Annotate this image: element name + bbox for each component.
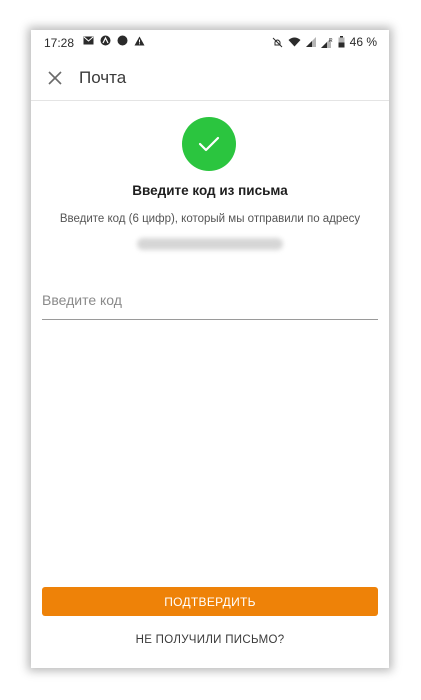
- resend-email-link[interactable]: НЕ ПОЛУЧИЛИ ПИСЬМО?: [31, 634, 389, 646]
- signal-icon: [305, 37, 316, 47]
- code-input[interactable]: [42, 285, 378, 320]
- mute-icon: [272, 37, 282, 47]
- app-bar: Почта: [31, 56, 389, 101]
- success-badge: [182, 117, 236, 171]
- mail-icon: [83, 36, 94, 45]
- status-notification-icons: [83, 35, 145, 46]
- wifi-icon: [288, 37, 301, 47]
- phone-screen: 17:28 R 46 % Почта Введите код из письма…: [31, 30, 389, 668]
- alert-icon: [134, 36, 145, 45]
- battery-percent: 46 %: [349, 35, 377, 49]
- email-address-redacted: [137, 238, 283, 250]
- app-icon: [100, 35, 111, 46]
- svg-text:R: R: [329, 38, 333, 44]
- status-bar: 17:28 R 46 %: [31, 30, 389, 56]
- close-icon: [48, 71, 62, 85]
- close-button[interactable]: [43, 66, 67, 90]
- status-time: 17:28: [44, 36, 75, 50]
- signal-r-icon: R: [320, 37, 333, 48]
- verification-instructions: Введите код (6 цифр), который мы отправи…: [59, 213, 361, 225]
- confirm-button[interactable]: ПОДТВЕРДИТЬ: [42, 587, 378, 616]
- page-title: Почта: [79, 68, 127, 87]
- battery-icon: [338, 36, 345, 48]
- check-icon: [198, 136, 220, 152]
- dot-icon: [117, 35, 128, 46]
- status-system-icons: R 46 %: [272, 35, 377, 49]
- verification-heading: Введите код из письма: [132, 183, 288, 198]
